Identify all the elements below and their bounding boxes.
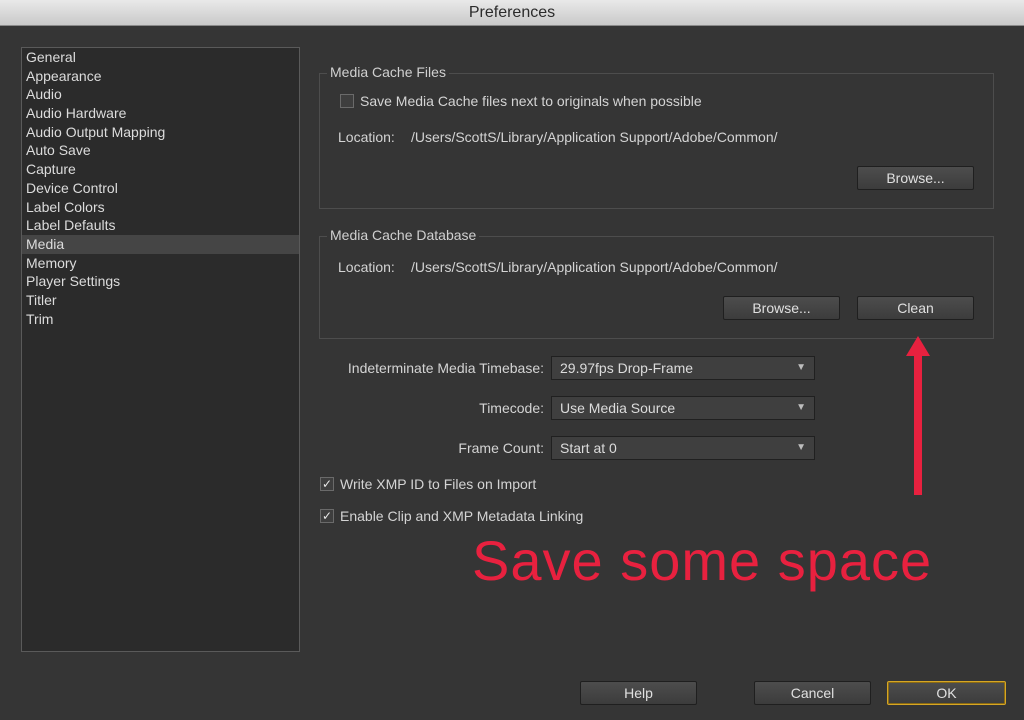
sidebar-item-player-settings[interactable]: Player Settings	[22, 272, 299, 291]
sidebar-item-general[interactable]: General	[22, 48, 299, 67]
framecount-value: Start at 0	[560, 440, 617, 456]
sidebar-item-audio-hardware[interactable]: Audio Hardware	[22, 104, 299, 123]
timecode-value: Use Media Source	[560, 400, 676, 416]
sidebar-item-titler[interactable]: Titler	[22, 291, 299, 310]
cache-files-browse-button[interactable]: Browse...	[857, 166, 974, 190]
sidebar-item-media[interactable]: Media	[22, 234, 299, 254]
window-title: Preferences	[468, 4, 556, 21]
chevron-down-icon: ▼	[796, 402, 806, 413]
framecount-label: Frame Count:	[458, 440, 544, 456]
metadata-linking-checkbox[interactable]: ✓	[320, 509, 334, 523]
media-cache-database-group	[319, 236, 994, 339]
write-xmp-label: Write XMP ID to Files on Import	[340, 476, 537, 492]
save-cache-next-to-originals-checkbox[interactable]	[340, 94, 354, 108]
sidebar-item-memory[interactable]: Memory	[22, 254, 299, 273]
cache-db-browse-button[interactable]: Browse...	[723, 296, 840, 320]
preferences-category-list: General Appearance Audio Audio Hardware …	[21, 47, 300, 652]
timecode-label: Timecode:	[479, 400, 544, 416]
media-cache-files-title: Media Cache Files	[327, 64, 449, 80]
checkmark-icon: ✓	[321, 477, 333, 491]
chevron-down-icon: ▼	[796, 362, 806, 373]
cache-db-location-path: /Users/ScottS/Library/Application Suppor…	[411, 259, 778, 275]
sidebar-item-audio-output-mapping[interactable]: Audio Output Mapping	[22, 123, 299, 142]
write-xmp-checkbox[interactable]: ✓	[320, 477, 334, 491]
timebase-select[interactable]: 29.97fps Drop-Frame ▼	[551, 356, 815, 380]
sidebar-item-audio[interactable]: Audio	[22, 85, 299, 104]
cache-files-location-label: Location:	[338, 129, 395, 145]
cancel-button[interactable]: Cancel	[754, 681, 871, 705]
sidebar-item-capture[interactable]: Capture	[22, 160, 299, 179]
sidebar-item-auto-save[interactable]: Auto Save	[22, 141, 299, 160]
save-cache-next-to-originals-label: Save Media Cache files next to originals…	[360, 93, 702, 109]
sidebar-item-label-colors[interactable]: Label Colors	[22, 198, 299, 217]
sidebar-item-device-control[interactable]: Device Control	[22, 179, 299, 198]
annotation-arrow-shaft	[914, 352, 922, 495]
window-titlebar: Preferences	[0, 0, 1024, 26]
timebase-label: Indeterminate Media Timebase:	[347, 360, 544, 376]
timebase-value: 29.97fps Drop-Frame	[560, 360, 694, 376]
cache-db-location-label: Location:	[338, 259, 395, 275]
timecode-select[interactable]: Use Media Source ▼	[551, 396, 815, 420]
help-button[interactable]: Help	[580, 681, 697, 705]
sidebar-item-appearance[interactable]: Appearance	[22, 67, 299, 86]
chevron-down-icon: ▼	[796, 442, 806, 453]
ok-button[interactable]: OK	[887, 681, 1006, 705]
checkmark-icon: ✓	[321, 509, 333, 523]
sidebar-item-label-defaults[interactable]: Label Defaults	[22, 216, 299, 235]
annotation-text: Save some space	[472, 529, 933, 592]
framecount-select[interactable]: Start at 0 ▼	[551, 436, 815, 460]
media-cache-database-title: Media Cache Database	[327, 227, 480, 243]
cache-files-location-path: /Users/ScottS/Library/Application Suppor…	[411, 129, 778, 145]
cache-db-clean-button[interactable]: Clean	[857, 296, 974, 320]
sidebar-item-trim[interactable]: Trim	[22, 310, 299, 329]
metadata-linking-label: Enable Clip and XMP Metadata Linking	[340, 508, 584, 524]
